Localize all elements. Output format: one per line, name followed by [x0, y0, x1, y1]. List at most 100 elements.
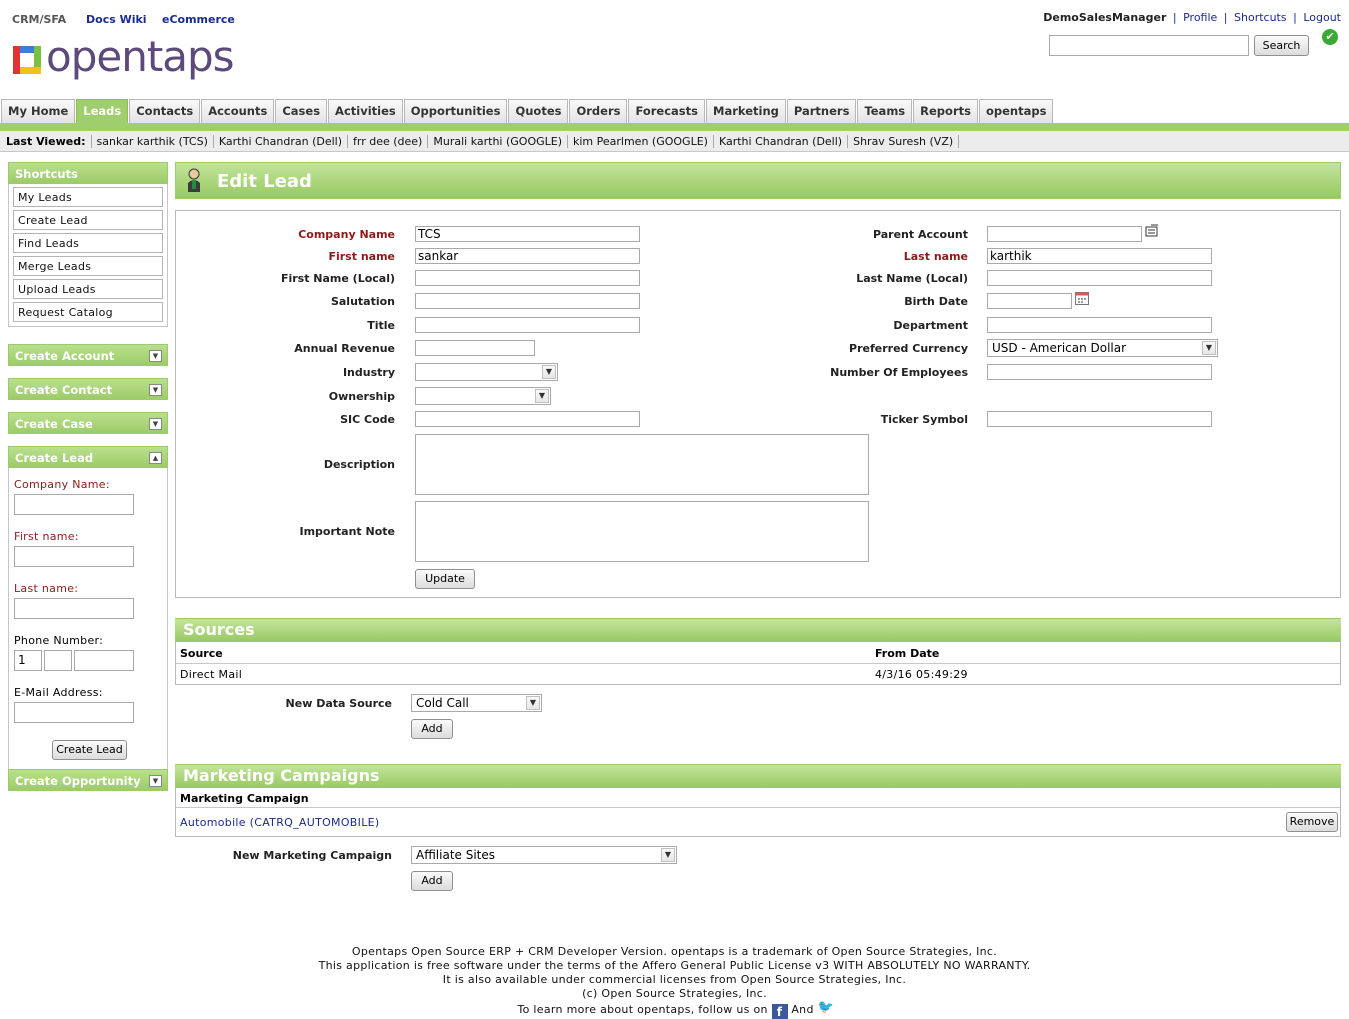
app-link-docs-wiki[interactable]: Docs Wiki: [86, 13, 147, 26]
tab-activities[interactable]: Activities: [328, 99, 403, 123]
chevron-down-icon[interactable]: ▼: [149, 775, 162, 787]
create-contact-header[interactable]: Create Contact: [15, 383, 112, 397]
lookup-icon[interactable]: [1145, 224, 1159, 241]
footer-line-4: (c) Open Source Strategies, Inc.: [582, 987, 767, 1000]
create-opportunity-header[interactable]: Create Opportunity: [15, 774, 141, 788]
chevron-down-icon[interactable]: ▼: [149, 384, 162, 396]
sic-code-input[interactable]: [415, 411, 640, 427]
create-case-header[interactable]: Create Case: [15, 417, 93, 431]
shortcut-request-catalog[interactable]: Request Catalog: [13, 302, 163, 322]
phone-country-input[interactable]: 1: [14, 650, 42, 671]
quick-company-input[interactable]: [14, 494, 134, 515]
add-campaign-button[interactable]: Add: [411, 871, 453, 891]
shortcut-merge-leads[interactable]: Merge Leads: [13, 256, 163, 276]
footer-line-1: Opentaps Open Source ERP + CRM Developer…: [351, 945, 998, 958]
tab-leads[interactable]: Leads: [76, 99, 129, 123]
facebook-icon[interactable]: f: [771, 1004, 788, 1019]
birth-date-input[interactable]: [987, 293, 1072, 309]
shortcut-upload-leads[interactable]: Upload Leads: [13, 279, 163, 299]
shortcuts-link[interactable]: Shortcuts: [1234, 11, 1287, 24]
person-icon: [186, 168, 202, 194]
parent-account-input[interactable]: [987, 226, 1142, 242]
ownership-select[interactable]: ▼: [415, 387, 551, 405]
last-viewed-item[interactable]: kim Pearlmen (GOOGLE): [568, 134, 714, 148]
quick-email-label: E-Mail Address:: [14, 686, 103, 699]
quick-email-input[interactable]: [14, 702, 134, 723]
tab-bar-underline: [0, 123, 1349, 131]
chevron-down-icon[interactable]: ▼: [149, 350, 162, 362]
tab-cases[interactable]: Cases: [275, 99, 328, 123]
last-viewed-item[interactable]: Shrav Suresh (VZ): [848, 134, 960, 148]
last-viewed-item[interactable]: sankar karthik (TCS): [92, 134, 214, 148]
last-name-input[interactable]: karthik: [987, 248, 1212, 264]
title-input[interactable]: [415, 317, 640, 333]
app-link-crm[interactable]: CRM/SFA: [12, 13, 66, 26]
department-input[interactable]: [987, 317, 1212, 333]
tab-teams[interactable]: Teams: [857, 99, 913, 123]
first-name-input[interactable]: sankar: [415, 248, 640, 264]
create-account-header[interactable]: Create Account: [15, 349, 114, 363]
create-lead-header[interactable]: Create Lead: [15, 451, 93, 465]
calendar-icon[interactable]: [1075, 291, 1089, 308]
preferred-currency-select[interactable]: USD - American Dollar ▼: [987, 339, 1218, 357]
shortcut-create-lead[interactable]: Create Lead: [13, 210, 163, 230]
shortcut-find-leads[interactable]: Find Leads: [13, 233, 163, 253]
quick-last-name-input[interactable]: [14, 598, 134, 619]
chevron-down-icon[interactable]: ▼: [149, 418, 162, 430]
ticker-symbol-input[interactable]: [987, 411, 1212, 427]
tab-my-home[interactable]: My Home: [1, 99, 76, 123]
chevron-up-icon[interactable]: ▲: [149, 452, 162, 464]
tab-contacts[interactable]: Contacts: [129, 99, 201, 123]
tab-opportunities[interactable]: Opportunities: [403, 99, 508, 123]
create-opportunity-panel[interactable]: Create Opportunity ▼: [8, 769, 168, 791]
birth-date-label: Birth Date: [904, 295, 968, 308]
salutation-input[interactable]: [415, 293, 640, 309]
tab-forecasts[interactable]: Forecasts: [628, 99, 705, 123]
last-viewed-item[interactable]: Karthi Chandran (Dell): [714, 134, 849, 148]
important-note-textarea[interactable]: [415, 501, 869, 562]
profile-link[interactable]: Profile: [1183, 11, 1217, 24]
create-contact-panel[interactable]: Create Contact ▼: [8, 378, 168, 400]
add-source-button[interactable]: Add: [411, 719, 453, 739]
remove-campaign-button[interactable]: Remove: [1286, 812, 1338, 832]
app-link-ecommerce[interactable]: eCommerce: [162, 13, 235, 26]
marketing-campaigns-title: Marketing Campaigns: [183, 766, 380, 785]
tab-partners[interactable]: Partners: [786, 99, 857, 123]
tab-orders[interactable]: Orders: [569, 99, 628, 123]
update-button[interactable]: Update: [415, 569, 475, 589]
description-label: Description: [323, 458, 395, 471]
search-input[interactable]: [1049, 35, 1249, 56]
industry-select[interactable]: ▼: [415, 363, 558, 381]
last-viewed-item[interactable]: frr dee (dee): [348, 134, 429, 148]
tab-quotes[interactable]: Quotes: [508, 99, 569, 123]
last-name-local-input[interactable]: [987, 270, 1212, 286]
preferred-currency-label: Preferred Currency: [849, 342, 968, 355]
create-case-panel[interactable]: Create Case ▼: [8, 412, 168, 434]
description-textarea[interactable]: [415, 434, 869, 495]
first-name-local-input[interactable]: [415, 270, 640, 286]
logout-link[interactable]: Logout: [1303, 11, 1341, 24]
tab-opentaps[interactable]: opentaps: [978, 99, 1054, 123]
tab-reports[interactable]: Reports: [913, 99, 978, 123]
tab-accounts[interactable]: Accounts: [201, 99, 275, 123]
last-viewed-item[interactable]: Murali karthi (GOOGLE): [428, 134, 568, 148]
campaign-link[interactable]: Automobile (CATRQ_AUTOMOBILE): [180, 816, 379, 829]
quick-first-name-input[interactable]: [14, 546, 134, 567]
search-button[interactable]: Search: [1254, 35, 1309, 56]
twitter-icon[interactable]: 🐦: [818, 1001, 834, 1015]
parent-account-label: Parent Account: [872, 228, 968, 241]
phone-number-input[interactable]: [74, 650, 134, 671]
new-data-source-select[interactable]: Cold Call ▼: [411, 694, 542, 712]
new-marketing-campaign-select[interactable]: Affiliate Sites ▼: [411, 846, 677, 864]
quick-create-lead-button[interactable]: Create Lead: [52, 740, 127, 760]
ownership-label: Ownership: [328, 390, 395, 403]
last-viewed-item[interactable]: Karthi Chandran (Dell): [214, 134, 349, 148]
shortcut-my-leads[interactable]: My Leads: [13, 187, 163, 207]
number-of-employees-input[interactable]: [987, 364, 1212, 380]
tab-marketing[interactable]: Marketing: [706, 99, 786, 123]
annual-revenue-input[interactable]: [415, 340, 535, 356]
company-name-input[interactable]: TCS: [415, 226, 640, 242]
create-account-panel[interactable]: Create Account ▼: [8, 344, 168, 366]
phone-area-input[interactable]: [44, 650, 72, 671]
source-column-header: Source: [180, 647, 223, 660]
